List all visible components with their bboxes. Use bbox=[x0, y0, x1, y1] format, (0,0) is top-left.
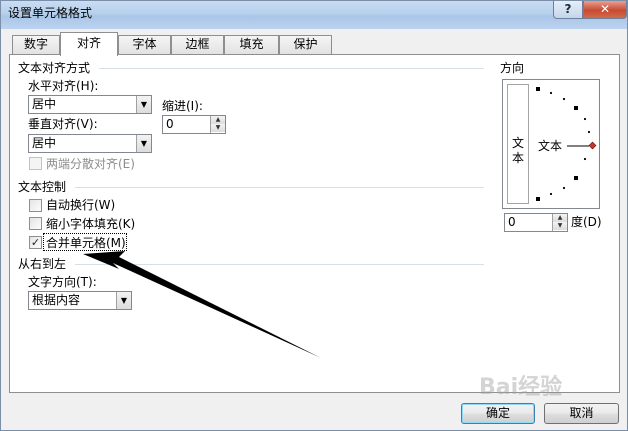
ok-button[interactable]: 确定 bbox=[461, 403, 535, 424]
watermark-logo: Bai经验 bbox=[479, 375, 563, 400]
panel-content: 文本对齐方式 水平对齐(H): 居中 ▼ 缩进(I): 0 ▲ ▼ 垂直对齐(V… bbox=[1, 1, 627, 430]
cancel-button[interactable]: 取消 bbox=[544, 403, 619, 424]
annotation-arrow bbox=[83, 251, 321, 358]
arrow-icon bbox=[83, 251, 321, 358]
format-cells-dialog: 设置单元格格式 ? ✕ 数字 对齐 字体 边框 填充 保护 文本对齐方式 水平对… bbox=[0, 0, 628, 431]
